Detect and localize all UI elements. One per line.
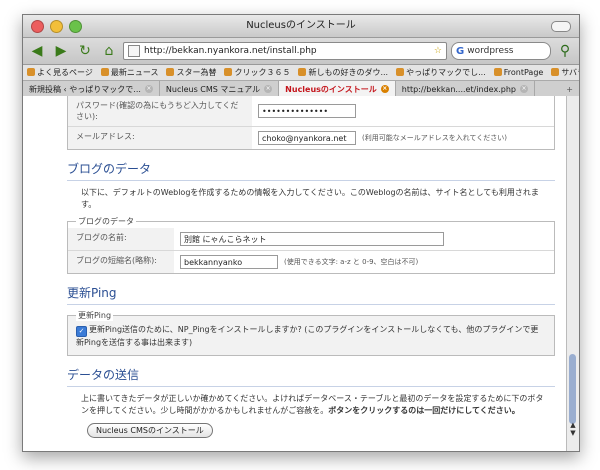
reload-button[interactable]: ↻ [75, 41, 95, 61]
admin-account-fieldset: パスワード(確認の為にもうちど入力してください): ••••••••••••••… [67, 96, 555, 150]
back-button[interactable]: ◀ [27, 41, 47, 61]
bookmark-item[interactable]: 最新ニュース [100, 67, 158, 78]
blog-data-fieldset: ブログのデータ ブログの名前: 別館 にゃんこらネット ブログの短縮名(略称):… [67, 216, 555, 274]
home-icon: ⌂ [104, 43, 114, 59]
submit-text: 上に書いてきたデータが正しいか確かめてください。よければデータベース・テーブルと… [81, 394, 544, 415]
close-tab-icon[interactable]: × [380, 85, 389, 93]
scroll-arrows[interactable]: ▲ ▼ [568, 421, 578, 437]
blog-short-name-input[interactable]: bekkannyanko [180, 255, 278, 269]
bookmark-icon [551, 68, 560, 76]
google-icon: G [456, 45, 465, 57]
bookmark-icon [298, 68, 307, 76]
forward-arrow-icon: ▶ [55, 43, 67, 59]
bookmark-icon [27, 68, 35, 76]
toolbar-toggle-button[interactable] [551, 21, 571, 32]
update-ping-heading: 更新Ping [67, 284, 555, 305]
bookmark-item[interactable]: 新しもの好きのダウ... [298, 67, 388, 78]
bookmark-icon [493, 68, 502, 76]
bookmarks-bar: よく見るページ 最新ニュース スター為替 クリック３６５ 新しもの好きのダウ..… [23, 65, 579, 81]
bookmark-item[interactable]: クリック３６５ [224, 67, 290, 78]
blog-short-name-row: ブログの短縮名(略称): bekkannyanko (使用できる文字: a-z … [68, 251, 554, 273]
back-arrow-icon: ◀ [31, 43, 43, 59]
window-controls [31, 20, 82, 33]
zoom-window-button[interactable] [69, 20, 82, 33]
blog-data-heading: ブログのデータ [67, 160, 555, 181]
bookmark-item[interactable]: スター為替 [166, 67, 216, 78]
email-hint: (利用可能なメールアドレスを入れてください) [362, 134, 508, 142]
ping-checkbox[interactable]: ✓ [76, 326, 87, 337]
home-button[interactable]: ⌂ [99, 41, 119, 61]
close-window-button[interactable] [31, 20, 44, 33]
vertical-scrollbar[interactable]: ▲ ▼ [566, 96, 579, 451]
url-text: http://bekkan.nyankora.net/install.php [144, 46, 317, 56]
bookmark-item[interactable]: サバラの日記 [551, 67, 579, 78]
blog-name-input[interactable]: 別館 にゃんこらネット [180, 232, 444, 246]
address-bar[interactable]: http://bekkan.nyankora.net/install.php ☆ [123, 42, 447, 60]
page-icon [128, 45, 140, 57]
bookmark-icon [396, 68, 405, 76]
update-ping-legend: 更新Ping [76, 310, 114, 321]
new-tab-button[interactable]: + [560, 81, 579, 97]
page-content: パスワード(確認の為にもうちど入力してください): ••••••••••••••… [23, 96, 567, 451]
blog-short-name-label: ブログの短縮名(略称): [76, 256, 157, 265]
bookmark-icon [224, 68, 233, 76]
reload-icon: ↻ [79, 43, 91, 59]
blog-name-label: ブログの名前: [76, 233, 127, 242]
blog-name-row: ブログの名前: 別館 にゃんこらネット [68, 228, 554, 251]
scroll-down-icon[interactable]: ▼ [570, 429, 575, 437]
magnifier-icon: ⚲ [559, 43, 571, 59]
scroll-thumb[interactable] [569, 354, 576, 424]
email-label: メールアドレス: [76, 132, 135, 141]
title-bar: Nucleusのインストール [23, 15, 579, 38]
close-tab-icon[interactable]: × [264, 85, 273, 93]
search-box[interactable]: G wordpress [451, 42, 551, 60]
bookmark-item[interactable]: FrontPage [493, 68, 543, 77]
bookmark-star-icon[interactable]: ☆ [434, 46, 442, 56]
install-form: パスワード(確認の為にもうちど入力してください): ••••••••••••••… [67, 96, 555, 438]
submit-warning: ボタンをクリックするのは一回だけにしてください。 [328, 406, 520, 415]
blog-data-intro: 以下に、デフォルトのWeblogを作成するための情報を入力してください。このWe… [81, 188, 539, 209]
password-confirm-row: パスワード(確認の為にもうちど入力してください): •••••••••••••• [68, 96, 554, 127]
navigation-toolbar: ◀ ▶ ↻ ⌂ http://bekkan.nyankora.net/insta… [23, 38, 579, 65]
close-tab-icon[interactable]: × [519, 85, 528, 93]
search-value: wordpress [467, 46, 514, 56]
password-confirm-label: パスワード(確認の為にもうちど入力してください): [76, 101, 239, 121]
tab-new-post[interactable]: 新規投稿 ‹ やっぱりマックで... × [23, 81, 160, 97]
blog-data-legend: ブログのデータ [76, 216, 136, 227]
minimize-window-button[interactable] [50, 20, 63, 33]
forward-button[interactable]: ▶ [51, 41, 71, 61]
tab-nucleus-install[interactable]: Nucleusのインストール × [279, 81, 396, 97]
install-nucleus-button[interactable]: Nucleus CMSのインストール [87, 423, 213, 438]
ping-option: ✓ 更新Ping送信のために、NP_Pingをインストールしますか? (このプラグ… [68, 316, 554, 355]
window-title: Nucleusのインストール [246, 20, 356, 31]
bookmark-icon [166, 68, 175, 76]
search-go-button[interactable]: ⚲ [555, 41, 575, 61]
tab-nucleus-manual[interactable]: Nucleus CMS マニュアル × [160, 81, 280, 97]
bookmark-item[interactable]: よく見るページ [27, 67, 93, 78]
close-tab-icon[interactable]: × [144, 85, 153, 93]
password-confirm-input[interactable]: •••••••••••••• [258, 104, 356, 118]
tab-index-php[interactable]: http://bekkan....et/index.php × [396, 81, 535, 97]
plus-icon: + [566, 84, 573, 94]
bookmark-icon [100, 68, 109, 76]
email-row: メールアドレス: choko@nyankora.net (利用可能なメールアドレ… [68, 127, 554, 149]
bookmark-item[interactable]: やっぱりマックでし... [396, 67, 486, 78]
browser-window: Nucleusのインストール ◀ ▶ ↻ ⌂ http://bekkan.nya… [22, 14, 580, 452]
update-ping-fieldset: 更新Ping ✓ 更新Ping送信のために、NP_Pingをインストールしますか?… [67, 310, 555, 356]
email-input[interactable]: choko@nyankora.net [258, 131, 356, 145]
blog-short-name-hint: (使用できる文字: a-z と 0-9、空白は不可) [284, 258, 419, 266]
submit-heading: データの送信 [67, 366, 555, 387]
scroll-up-icon[interactable]: ▲ [570, 421, 575, 429]
ping-checkbox-label: 更新Ping送信のために、NP_Pingをインストールしますか? (このプラグイ… [76, 325, 539, 347]
